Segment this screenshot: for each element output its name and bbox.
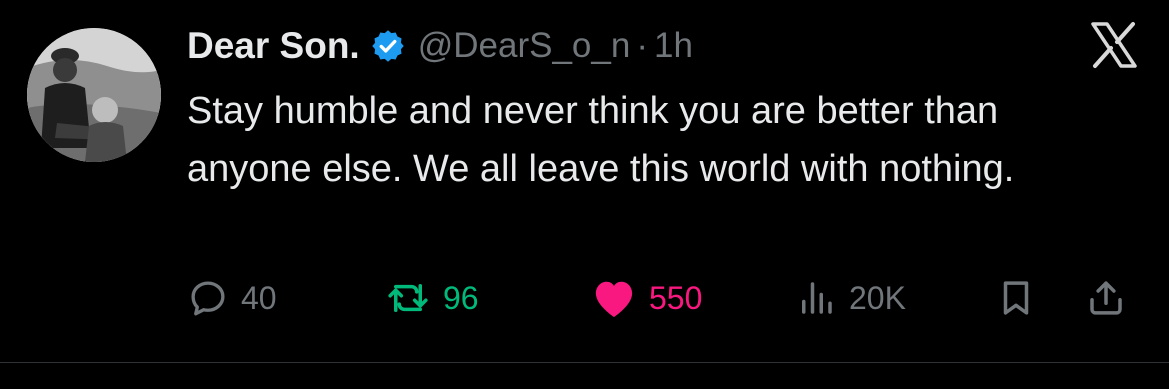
separator-dot: ·: [636, 26, 648, 65]
x-logo-icon: [1087, 18, 1141, 72]
share-icon: [1085, 277, 1127, 319]
tweet-header: Dear Son. @DearS_o_n · 1h: [187, 22, 693, 70]
tweet: Dear Son. @DearS_o_n · 1h Stay humble an…: [0, 0, 1169, 389]
views-count: 20K: [849, 279, 906, 316]
bookmark-button[interactable]: [995, 275, 1037, 321]
avatar-photo: [27, 28, 161, 162]
views-button[interactable]: 20K: [795, 275, 906, 321]
reply-count: 40: [241, 279, 277, 316]
author-handle[interactable]: @DearS_o_n: [418, 26, 631, 66]
like-count: 550: [649, 279, 703, 316]
tweet-text: Stay humble and never think you are bett…: [187, 90, 1015, 190]
heart-icon: [591, 277, 637, 319]
bottom-divider: [0, 362, 1169, 363]
bookmark-icon: [995, 277, 1037, 319]
action-bar: 40 96 550 20K: [187, 275, 1137, 321]
timestamp[interactable]: 1h: [654, 26, 693, 66]
retweet-count: 96: [443, 279, 479, 316]
share-button[interactable]: [1085, 275, 1127, 321]
retweet-icon: [385, 277, 431, 319]
like-button[interactable]: 550: [591, 275, 702, 321]
verified-badge-icon: [370, 28, 406, 64]
reply-icon: [187, 277, 229, 319]
avatar[interactable]: [27, 28, 161, 162]
reply-button[interactable]: 40: [187, 275, 277, 321]
author-name[interactable]: Dear Son.: [187, 25, 360, 67]
retweet-button[interactable]: 96: [385, 275, 479, 321]
views-icon: [795, 277, 837, 319]
